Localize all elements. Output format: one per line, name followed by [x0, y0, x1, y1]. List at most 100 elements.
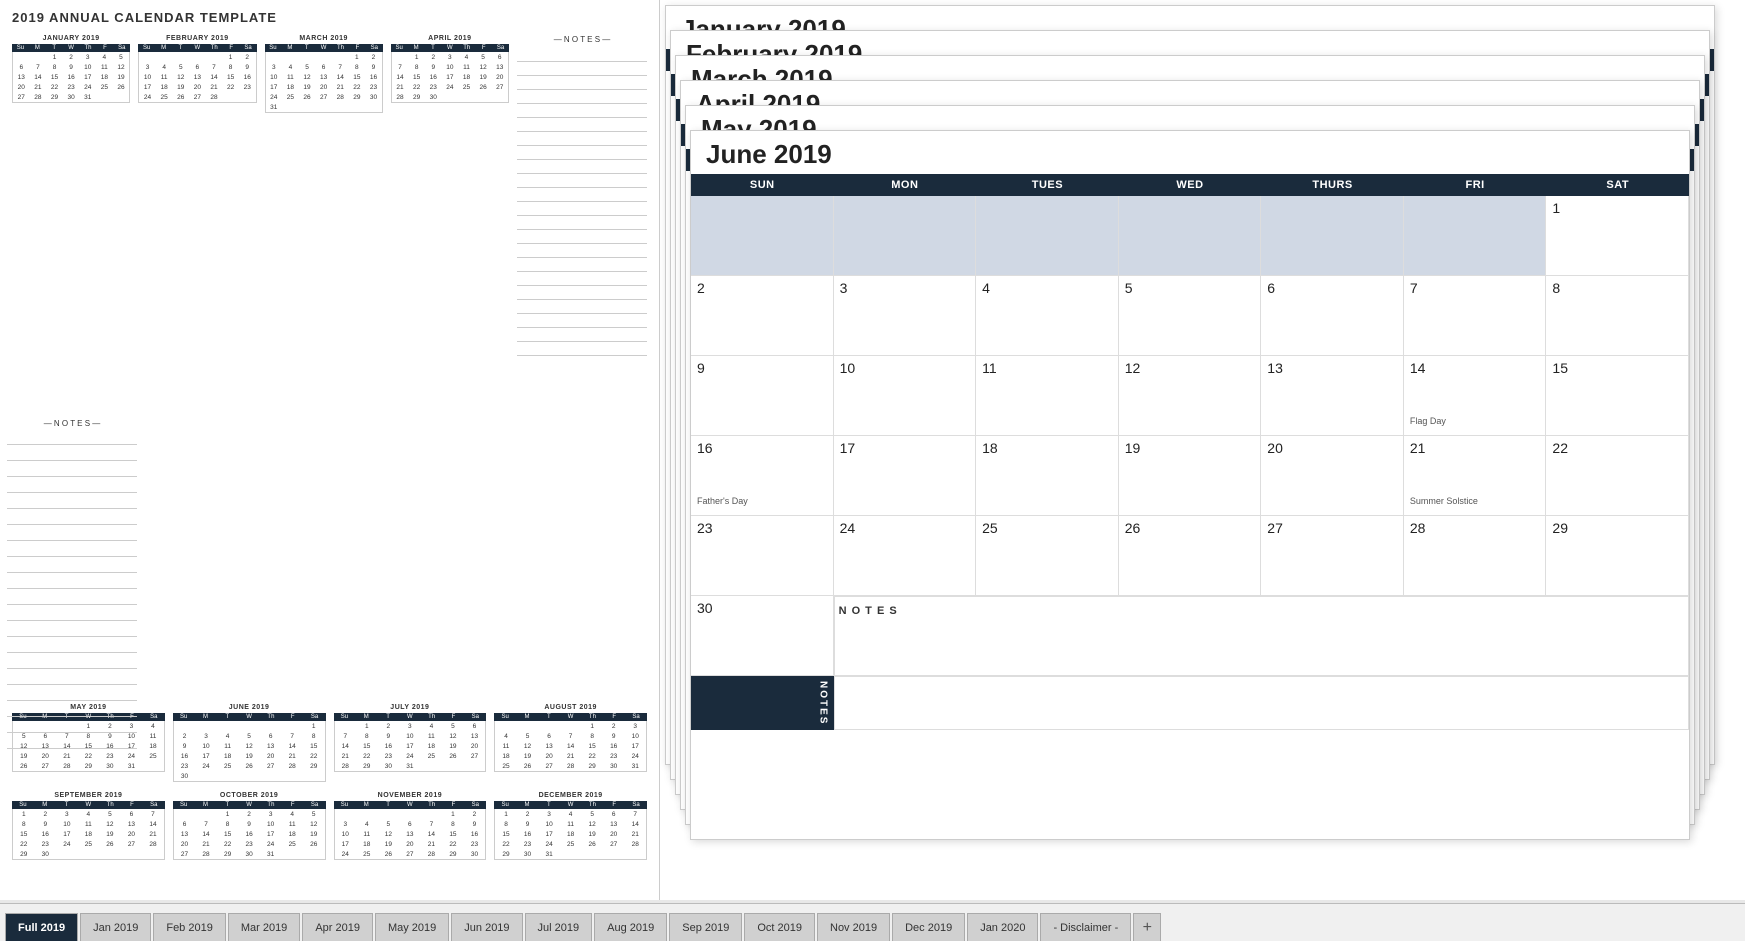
mini-calendar-november-2019: NOVEMBER 2019SuMTWThFSa12345678910111213… — [334, 792, 487, 860]
notes-line — [7, 671, 137, 685]
mini-calendar-june-2019: JUNE 2019SuMTWThFSa123456789101112131415… — [173, 704, 326, 782]
june-day-19: 19 — [1119, 436, 1262, 516]
june-day-2: 2 — [691, 276, 834, 356]
june-day-4: 4 — [976, 276, 1119, 356]
june-day-28: 28 — [1404, 516, 1547, 596]
tab-dec-2019[interactable]: Dec 2019 — [892, 913, 965, 941]
notes-line — [7, 463, 137, 477]
june-day-30: 30 — [691, 596, 834, 676]
june-day-14: 14Flag Day — [1404, 356, 1547, 436]
june-notes-label: NOTES — [691, 676, 834, 730]
tab-apr-2019[interactable]: Apr 2019 — [302, 913, 373, 941]
june-day-15: 15 — [1546, 356, 1689, 436]
calendar-stack: January 2019 SUNMONTUESWEDTHURSFRISAT Fe… — [660, 0, 1745, 900]
notes-line — [7, 719, 137, 733]
june-day-17: 17 — [834, 436, 977, 516]
notes-line — [7, 591, 137, 605]
june-day-12: 12 — [1119, 356, 1262, 436]
notes-line — [7, 639, 137, 653]
june-day-empty — [976, 196, 1119, 276]
june-day-empty — [691, 196, 834, 276]
tab-feb-2019[interactable]: Feb 2019 — [153, 913, 225, 941]
june-title: June 2019 — [691, 131, 1689, 174]
notes-line — [7, 447, 137, 461]
june-day-27: 27 — [1261, 516, 1404, 596]
june-header: SUN MON TUES WED THURS FRI SAT — [691, 174, 1689, 196]
notes-line — [7, 655, 137, 669]
tab-jan-2020[interactable]: Jan 2020 — [967, 913, 1038, 941]
mini-calendars-row3: SEPTEMBER 2019SuMTWThFSa1234567891011121… — [12, 792, 647, 860]
june-day-26: 26 — [1119, 516, 1262, 596]
june-day-3: 3 — [834, 276, 977, 356]
june-day-25: 25 — [976, 516, 1119, 596]
june-notes-row: NOTES — [691, 676, 1689, 730]
june-day-empty — [1404, 196, 1547, 276]
june-day-8: 8 — [1546, 276, 1689, 356]
june-day-24: 24 — [834, 516, 977, 596]
notes-line — [7, 623, 137, 637]
june-day-6: 6 — [1261, 276, 1404, 356]
june-day-16: 16Father's Day — [691, 436, 834, 516]
tab-jul-2019[interactable]: Jul 2019 — [525, 913, 593, 941]
tab---disclaimer--[interactable]: - Disclaimer - — [1040, 913, 1131, 941]
tabs-bar: Full 2019Jan 2019Feb 2019Mar 2019Apr 201… — [0, 903, 1745, 941]
mini-calendar-august-2019: AUGUST 2019SuMTWThFSa1234567891011121314… — [494, 704, 647, 782]
june-day-9: 9 — [691, 356, 834, 436]
june-day-7: 7 — [1404, 276, 1547, 356]
mini-calendar-january-2019: JANUARY 2019SuMTWThFSa123456789101112131… — [12, 35, 130, 356]
tab-may-2019[interactable]: May 2019 — [375, 913, 449, 941]
notes-section: — N O T E S — — [7, 419, 137, 749]
tab-sep-2019[interactable]: Sep 2019 — [669, 913, 742, 941]
tab-jun-2019[interactable]: Jun 2019 — [451, 913, 522, 941]
june-day-21: 21Summer Solstice — [1404, 436, 1547, 516]
right-panel: January 2019 SUNMONTUESWEDTHURSFRISAT Fe… — [660, 0, 1745, 900]
june-day-29: 29 — [1546, 516, 1689, 596]
june-day-empty — [834, 196, 977, 276]
june-notes-area[interactable] — [834, 676, 1689, 730]
mini-calendar-september-2019: SEPTEMBER 2019SuMTWThFSa1234567891011121… — [12, 792, 165, 860]
mini-calendar-february-2019: FEBRUARY 2019SuMTWThFSa12345678910111213… — [138, 35, 256, 356]
notes-line — [7, 559, 137, 573]
notes-line — [7, 527, 137, 541]
mini-calendar-april-2019: APRIL 2019SuMTWThFSa12345678910111213141… — [391, 35, 509, 356]
notes-line — [7, 607, 137, 621]
notes-line — [7, 687, 137, 701]
notes-line — [7, 703, 137, 717]
notes-lines — [7, 431, 137, 749]
june-day-22: 22 — [1546, 436, 1689, 516]
june-day-18: 18 — [976, 436, 1119, 516]
june-day-1: 1 — [1546, 196, 1689, 276]
left-panel: 2019 ANNUAL CALENDAR TEMPLATE JANUARY 20… — [0, 0, 660, 900]
june-day-23: 23 — [691, 516, 834, 596]
mini-calendar-july-2019: JULY 2019SuMTWThFSa123456789101112131415… — [334, 704, 487, 782]
mini-calendar-march-2019: MARCH 2019SuMTWThFSa12345678910111213141… — [265, 35, 383, 356]
notes-line — [7, 511, 137, 525]
add-tab-button[interactable]: + — [1133, 913, 1161, 941]
tab-oct-2019[interactable]: Oct 2019 — [744, 913, 815, 941]
june-day-20: 20 — [1261, 436, 1404, 516]
june-grid: 1234567891011121314Flag Day1516Father's … — [691, 196, 1689, 676]
june-day-11: 11 — [976, 356, 1119, 436]
tab-jan-2019[interactable]: Jan 2019 — [80, 913, 151, 941]
main-area: 2019 ANNUAL CALENDAR TEMPLATE JANUARY 20… — [0, 0, 1745, 900]
june-calendar-card: June 2019 SUN MON TUES WED THURS FRI SAT… — [690, 130, 1690, 840]
notes-line — [7, 431, 137, 445]
notes-line — [7, 479, 137, 493]
mini-calendar-december-2019: DECEMBER 2019SuMTWThFSa12345678910111213… — [494, 792, 647, 860]
tab-mar-2019[interactable]: Mar 2019 — [228, 913, 300, 941]
tab-full-2019[interactable]: Full 2019 — [5, 913, 78, 941]
notes-line — [7, 575, 137, 589]
june-day-13: 13 — [1261, 356, 1404, 436]
notes-section-title: — N O T E S — — [7, 419, 137, 428]
mini-calendar-october-2019: OCTOBER 2019SuMTWThFSa123456789101112131… — [173, 792, 326, 860]
tab-nov-2019[interactable]: Nov 2019 — [817, 913, 890, 941]
june-notes-inline: N O T E S — [834, 596, 1689, 676]
notes-column: — N O T E S — — [517, 35, 647, 356]
june-day-10: 10 — [834, 356, 977, 436]
annual-title: 2019 ANNUAL CALENDAR TEMPLATE — [12, 10, 647, 25]
june-day-empty — [1261, 196, 1404, 276]
notes-line — [7, 543, 137, 557]
june-day-empty — [1119, 196, 1262, 276]
tab-aug-2019[interactable]: Aug 2019 — [594, 913, 667, 941]
june-day-5: 5 — [1119, 276, 1262, 356]
